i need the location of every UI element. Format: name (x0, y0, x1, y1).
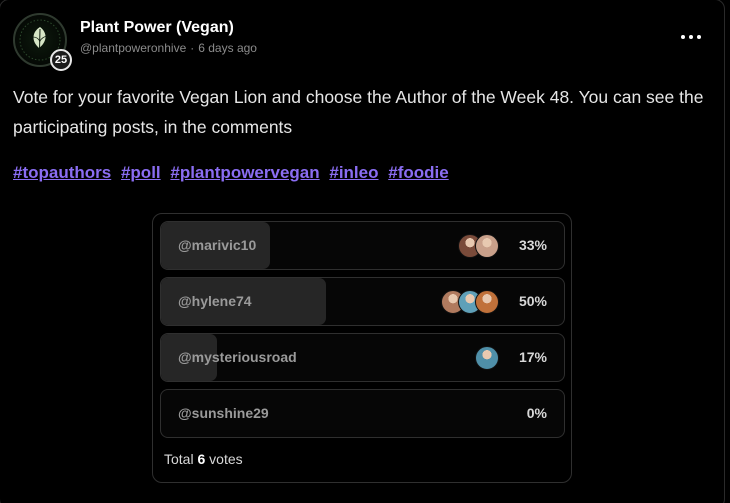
poll-option-percent: 17% (518, 349, 547, 365)
hashtag-link[interactable]: #topauthors (13, 163, 111, 182)
poll-option[interactable]: @marivic10 33% (160, 221, 565, 270)
hashtag-link[interactable]: #inleo (329, 163, 378, 182)
poll-option-label: @sunshine29 (178, 405, 269, 421)
voter-avatars (441, 290, 499, 314)
voter-avatar[interactable] (475, 346, 499, 370)
voter-avatars (475, 346, 499, 370)
author-name[interactable]: Plant Power (Vegan) (80, 19, 234, 37)
author-handle[interactable]: @plantpoweronhive (80, 41, 186, 55)
hashtag-list: #topauthors #poll #plantpowervegan #inle… (13, 163, 454, 183)
post-meta: @plantpoweronhive · 6 days ago (80, 41, 257, 55)
poll-option-label: @mysteriousroad (178, 349, 297, 365)
post-time[interactable]: 6 days ago (198, 41, 257, 55)
poll-total-prefix: Total (164, 451, 194, 467)
more-dot (697, 35, 701, 39)
hashtag-link[interactable]: #foodie (388, 163, 448, 182)
poll-total: Total 6 votes (164, 451, 243, 467)
more-options-icon[interactable] (681, 27, 701, 47)
poll-option-percent: 0% (526, 405, 547, 421)
meta-separator: · (190, 41, 195, 55)
poll-option-label: @hylene74 (178, 293, 252, 309)
voter-avatars (458, 234, 499, 258)
poll-option[interactable]: @mysteriousroad 17% (160, 333, 565, 382)
voter-avatar[interactable] (475, 234, 499, 258)
more-dot (689, 35, 693, 39)
hashtag-link[interactable]: #poll (121, 163, 161, 182)
more-dot (681, 35, 685, 39)
hashtag-link[interactable]: #plantpowervegan (170, 163, 319, 182)
poll-total-suffix: votes (209, 451, 243, 467)
post-card: 25 Plant Power (Vegan) @plantpoweronhive… (0, 0, 725, 503)
voter-avatar[interactable] (475, 290, 499, 314)
poll-option-label: @marivic10 (178, 237, 257, 253)
poll-option[interactable]: @hylene74 50% (160, 277, 565, 326)
poll-option-percent: 33% (518, 237, 547, 253)
poll: @marivic10 33% @hylene74 50% @mysterious… (152, 213, 572, 483)
poll-total-count: 6 (197, 451, 206, 467)
reputation-badge: 25 (50, 49, 72, 71)
author-avatar-container[interactable]: 25 (13, 13, 72, 71)
post-body: Vote for your favorite Vegan Lion and ch… (13, 87, 704, 137)
poll-option[interactable]: @sunshine29 0% (160, 389, 565, 438)
poll-option-percent: 50% (518, 293, 547, 309)
